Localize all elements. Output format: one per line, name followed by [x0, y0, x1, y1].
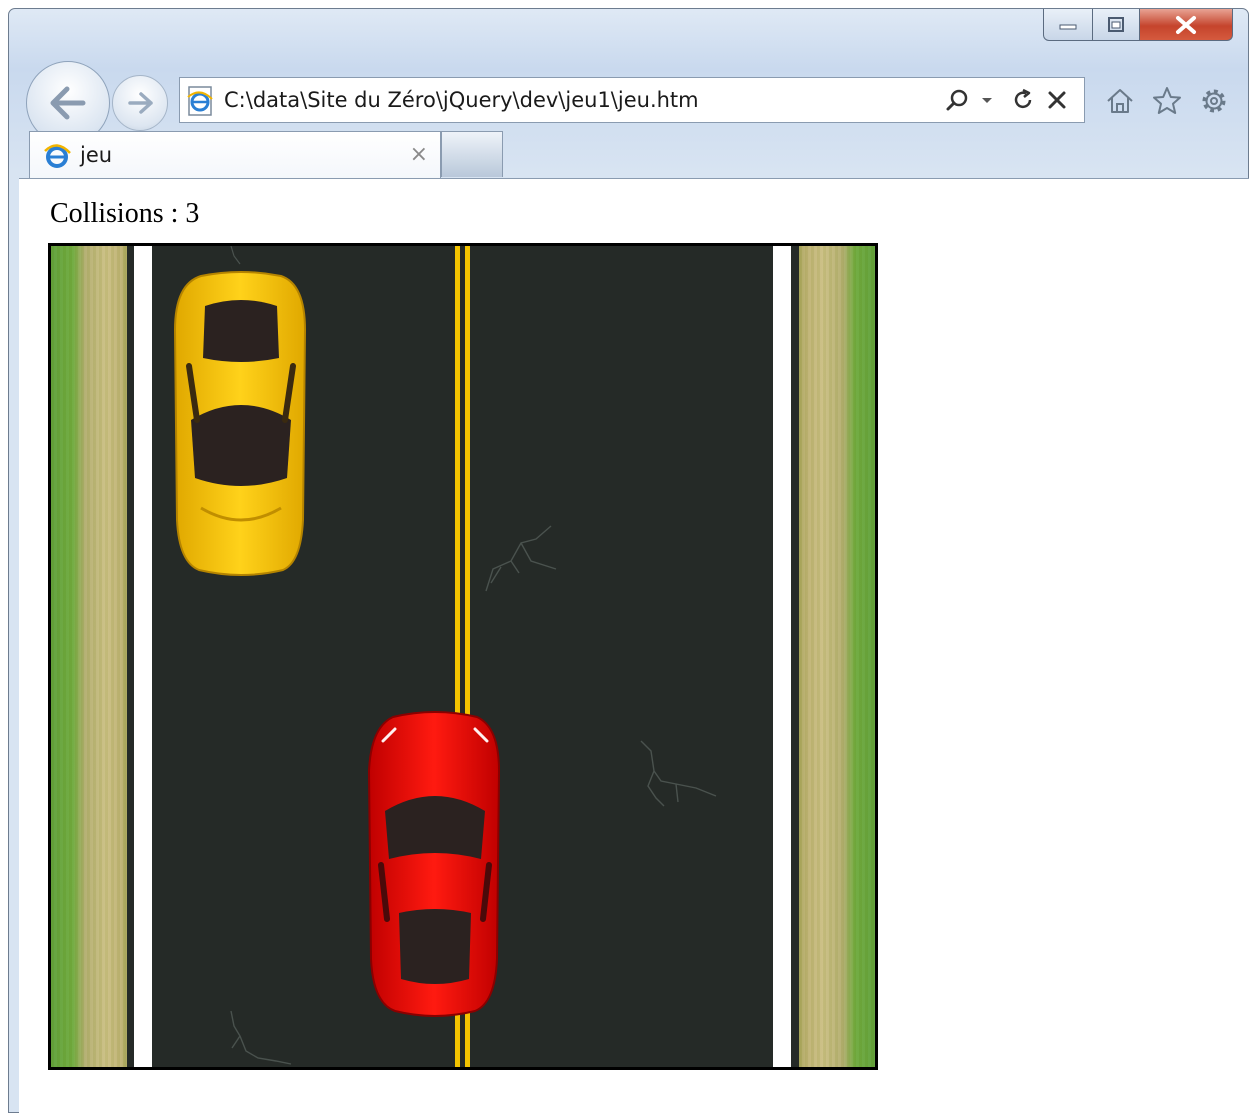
dropdown-icon	[982, 98, 992, 103]
right-edge-line	[773, 246, 791, 1067]
road-crack	[640, 740, 717, 807]
refresh-icon	[1014, 88, 1032, 109]
left-edge-line	[134, 246, 152, 1067]
tools-button[interactable]	[1196, 83, 1232, 119]
close-button[interactable]	[1139, 9, 1233, 41]
maximize-icon	[1108, 16, 1124, 32]
browser-window: C:\data\Site du Zéro\jQuery\dev\jeu1\jeu…	[8, 8, 1249, 1115]
new-tab-button[interactable]	[441, 131, 503, 177]
gear-icon	[1202, 89, 1226, 113]
home-icon	[1107, 89, 1133, 113]
right-verge	[799, 246, 875, 1067]
address-bar[interactable]: C:\data\Site du Zéro\jQuery\dev\jeu1\jeu…	[179, 77, 1085, 123]
tab-close-button[interactable]: ×	[410, 132, 428, 178]
back-arrow-icon	[50, 86, 86, 120]
collisions-value: 3	[185, 198, 200, 229]
address-url[interactable]: C:\data\Site du Zéro\jQuery\dev\jeu1\jeu…	[224, 78, 699, 122]
address-dropdown-button[interactable]	[976, 78, 998, 122]
road-crack	[230, 1010, 292, 1065]
tab-title: jeu	[80, 143, 113, 167]
close-icon	[1176, 15, 1196, 34]
road-crack	[485, 525, 557, 592]
opponent-car	[173, 271, 307, 576]
favorites-button[interactable]	[1149, 83, 1185, 119]
page-content: Collisions : 3	[19, 178, 1249, 1115]
tab-jeu[interactable]: jeu ×	[29, 131, 441, 179]
game-board[interactable]	[48, 243, 878, 1070]
minimize-icon	[1059, 24, 1077, 29]
forward-arrow-icon	[128, 92, 153, 114]
stop-button[interactable]	[1040, 78, 1074, 122]
home-button[interactable]	[1102, 83, 1138, 119]
stop-icon	[1048, 91, 1066, 109]
maximize-button[interactable]	[1092, 9, 1140, 41]
minimize-button[interactable]	[1043, 9, 1093, 41]
player-car[interactable]	[365, 709, 505, 1019]
refresh-button[interactable]	[1006, 78, 1040, 122]
favorites-star-icon	[1153, 87, 1181, 114]
collisions-label: Collisions :	[50, 198, 186, 229]
forward-button[interactable]	[112, 75, 168, 131]
ie-logo-icon	[44, 144, 71, 168]
search-icon	[946, 89, 968, 111]
left-verge	[51, 246, 127, 1067]
ie-page-icon	[187, 86, 213, 116]
collisions-counter: Collisions : 3	[50, 198, 199, 230]
search-button[interactable]	[940, 78, 974, 122]
